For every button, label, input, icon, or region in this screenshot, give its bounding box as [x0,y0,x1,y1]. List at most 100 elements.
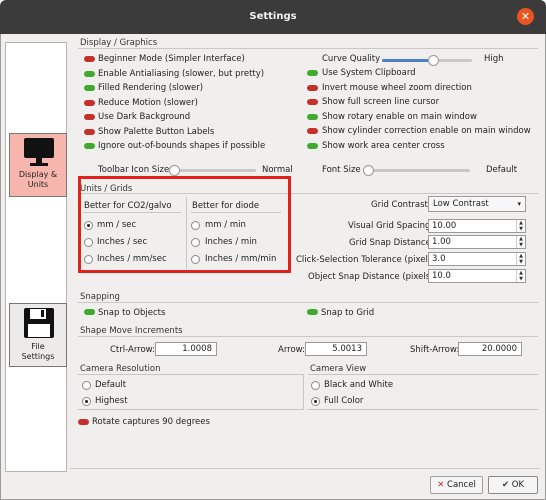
object-snap-label: Object Snap Distance (pixels) [308,272,434,282]
shape-move-heading: Shape Move Increments [80,326,183,336]
font-size-value: Default [486,165,518,175]
slider-handle[interactable] [169,165,180,176]
display-option-toggle[interactable] [84,128,95,135]
font-size-label: Font Size [322,165,361,175]
curve-quality-label: Curve Quality [322,54,381,64]
display-option-label: Reduce Motion (slower) [98,97,198,108]
display-option-label: Show full screen line cursor [322,97,440,107]
snap-to-grid-toggle[interactable] [307,309,318,315]
snap-to-grid-label: Snap to Grid [321,308,375,318]
check-icon: ✔ [501,480,510,490]
sidebar-item-label: File Settings [21,342,55,361]
cancel-button[interactable]: ✕ Cancel [430,476,483,494]
display-option-toggle[interactable] [84,85,95,91]
rotate-captures-toggle[interactable] [78,419,89,425]
snap-to-objects-toggle[interactable] [84,309,95,315]
curve-quality-slider[interactable] [382,55,472,66]
shift-arrow-input[interactable]: 20.0000 [458,342,522,356]
camera-view-heading: Camera View [310,364,367,374]
display-option-toggle[interactable] [84,70,95,77]
display-option-label: Invert mouse wheel zoom direction [322,82,472,93]
display-option-toggle[interactable] [307,113,318,120]
floppy-disk-icon [24,308,54,338]
monitor-icon [24,138,54,166]
display-option-toggle[interactable] [307,84,318,91]
sidebar-item-label: Display & Units [18,170,58,189]
display-option-label: Use Dark Background [98,112,191,122]
display-option-toggle[interactable] [84,99,95,106]
camera-view-color-radio[interactable] [311,397,320,406]
display-option-label: Show cylinder correction enable on main … [322,126,531,136]
toolbar-icon-size-value: Normal [262,165,293,175]
camera-resolution-highest-label: Highest [95,396,128,406]
display-option-label: Beginner Mode (Simpler Interface) [98,54,245,64]
grid-snap-distance-input[interactable]: 1.00 ▲ ▼ [428,235,526,249]
diode-unit-radio[interactable] [191,238,200,247]
camera-view-color-label: Full Color [324,396,364,406]
co2-unit-label: Inches / mm/sec [97,254,167,264]
display-option-label: Show Palette Button Labels [98,126,215,137]
divider [70,468,540,469]
display-option-toggle[interactable] [307,99,318,105]
diode-unit-label: Inches / min [205,237,257,247]
display-option-toggle[interactable] [307,70,318,76]
display-option-label: Show work area center cross [322,140,445,151]
shift-arrow-label: Shift-Arrow: [410,345,460,355]
snap-to-objects-label: Snap to Objects [98,308,166,318]
display-option-label: Enable Antialiasing (slower, but pretty) [98,68,265,79]
co2-unit-label: Inches / sec [97,237,148,247]
rotate-captures-label: Rotate captures 90 degrees [92,417,210,427]
camera-resolution-default-label: Default [95,380,127,390]
visual-grid-spacing-label: Visual Grid Spacing [348,221,431,231]
diode-unit-label: Inches / mm/min [205,254,277,264]
arrow-input[interactable]: 5.0013 [305,342,367,356]
toolbar-icon-size-slider[interactable] [169,165,256,176]
sidebar-item-file-settings[interactable]: File Settings [9,303,67,367]
toolbar-icon-size-label: Toolbar Icon Size [98,165,170,175]
arrow-label: Arrow: [278,345,306,355]
display-option-label: Filled Rendering (slower) [98,83,204,93]
display-option-toggle[interactable] [307,128,318,134]
snapping-heading: Snapping [80,292,120,302]
click-tolerance-label: Click-Selection Tolerance (pixels) [296,255,436,265]
grid-contrast-select[interactable]: Low Contrast ▾ [428,196,526,212]
diode-unit-radio[interactable] [191,255,200,264]
co2-unit-radio[interactable] [84,238,93,247]
display-option-label: Show rotary enable on main window [322,111,477,122]
co2-unit-radio[interactable] [84,255,93,264]
slider-handle[interactable] [363,165,374,176]
cancel-icon: ✕ [437,480,445,490]
camera-resolution-highest-radio[interactable] [82,397,91,406]
co2-unit-radio[interactable] [84,221,93,230]
ctrl-arrow-input[interactable]: 1.0008 [155,342,217,356]
diode-unit-radio[interactable] [191,221,200,230]
display-option-label: Ignore out-of-bounds shapes if possible [98,141,266,151]
divider [78,302,538,303]
divider [78,48,538,49]
object-snap-input[interactable]: 10.0 ▲ ▼ [428,269,526,283]
sidebar-item-display-units[interactable]: Display & Units [9,133,67,197]
slider-handle[interactable] [428,55,439,66]
camera-view-bw-radio[interactable] [311,381,320,390]
camera-resolution-default-radio[interactable] [82,381,91,390]
curve-quality-value: High [484,54,504,64]
display-option-toggle[interactable] [84,56,95,62]
font-size-slider[interactable] [363,165,470,176]
display-graphics-heading: Display / Graphics [80,38,158,48]
camera-view-bw-label: Black and White [324,380,394,390]
camera-resolution-heading: Camera Resolution [80,364,161,374]
display-option-toggle[interactable] [84,114,95,120]
display-option-label: Use System Clipboard [322,68,416,78]
close-button[interactable]: ✕ [517,8,534,25]
display-option-toggle[interactable] [307,142,318,149]
display-option-toggle[interactable] [84,143,95,149]
grid-snap-distance-label: Grid Snap Distance [349,238,431,248]
grid-contrast-label: Grid Contrast [371,200,428,210]
co2-unit-label: mm / sec [97,220,137,230]
grid-contrast-value: Low Contrast [433,199,489,209]
divider [78,336,538,337]
click-tolerance-input[interactable]: 3.0 ▲ ▼ [428,252,526,266]
window-title: Settings [249,11,297,22]
visual-grid-spacing-input[interactable]: 10.00 ▲ ▼ [428,219,526,233]
ok-button[interactable]: ✔ OK [488,476,538,494]
